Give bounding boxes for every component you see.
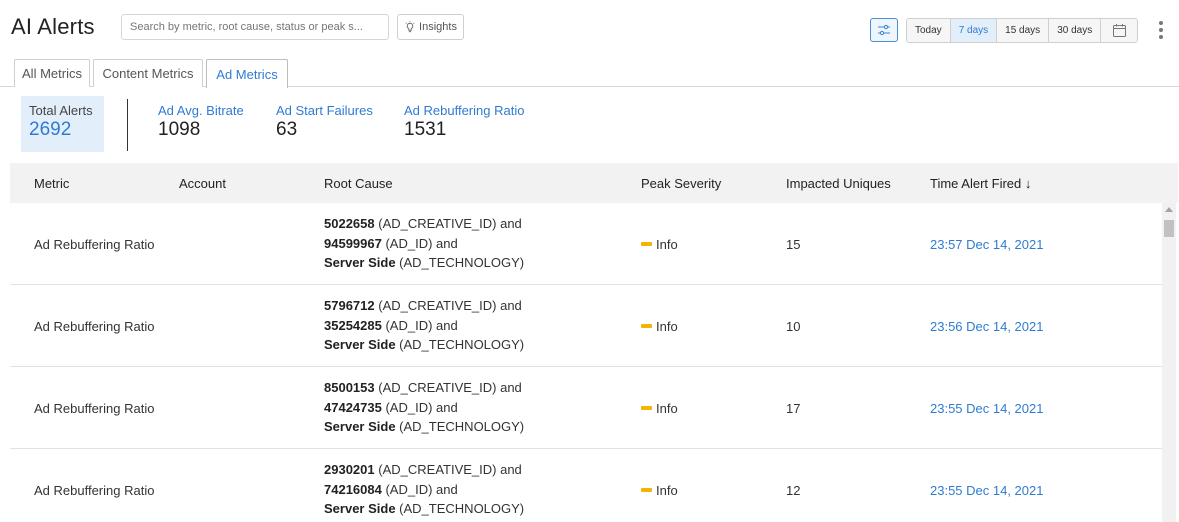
scroll-up-arrow-icon[interactable] — [1165, 207, 1173, 212]
ad-rebuffering-ratio-stat[interactable]: Ad Rebuffering Ratio 1531 — [404, 103, 524, 141]
page-title: AI Alerts — [11, 14, 95, 39]
calendar-icon — [1112, 24, 1126, 37]
table-header: Metric Account Root Cause Peak Severity … — [10, 163, 1178, 203]
lightbulb-icon — [405, 20, 415, 32]
metric-cell: Ad Rebuffering Ratio — [34, 236, 155, 252]
stat-label: Total Alerts — [29, 103, 93, 118]
range-15-days-button[interactable]: 15 days — [997, 19, 1050, 42]
time-alert-fired-link[interactable]: 23:55 Dec 14, 2021 — [930, 449, 1043, 522]
kebab-menu-icon[interactable] — [1153, 19, 1169, 41]
stat-value: 1531 — [404, 119, 447, 140]
table-row[interactable]: Ad Rebuffering Ratio 2930201 (AD_CREATIV… — [10, 449, 1162, 522]
ad-avg-bitrate-stat[interactable]: Ad Avg. Bitrate 1098 — [158, 103, 244, 141]
stat-label: Ad Rebuffering Ratio — [404, 103, 525, 118]
tab-content-metrics[interactable]: Content Metrics — [93, 59, 203, 87]
stat-value: 2692 — [29, 119, 72, 140]
alerts-table: Metric Account Root Cause Peak Severity … — [10, 163, 1178, 522]
time-alert-fired-link[interactable]: 23:55 Dec 14, 2021 — [930, 367, 1043, 449]
stat-label: Ad Avg. Bitrate — [158, 103, 244, 118]
stat-value: 63 — [276, 119, 298, 140]
severity-indicator-icon — [641, 406, 652, 410]
metric-cell: Ad Rebuffering Ratio — [34, 482, 155, 498]
uniques-cell: 15 — [786, 236, 801, 252]
stat-divider — [127, 99, 128, 151]
metric-cell: Ad Rebuffering Ratio — [34, 400, 155, 416]
time-alert-fired-link[interactable]: 23:57 Dec 14, 2021 — [930, 203, 1043, 285]
range-30-days-button[interactable]: 30 days — [1049, 19, 1102, 42]
insights-label: Insights — [419, 21, 457, 33]
stat-label: Ad Start Failures — [276, 103, 373, 118]
sliders-icon — [878, 24, 890, 36]
calendar-button[interactable] — [1101, 19, 1138, 42]
severity-indicator-icon — [641, 488, 652, 492]
time-alert-fired-link[interactable]: 23:56 Dec 14, 2021 — [930, 285, 1043, 367]
tab-all-metrics[interactable]: All Metrics — [14, 59, 90, 87]
uniques-cell: 17 — [786, 400, 801, 416]
metric-cell: Ad Rebuffering Ratio — [34, 318, 155, 334]
date-range-selector: Today 7 days 15 days 30 days — [906, 18, 1139, 43]
range-today-button[interactable]: Today — [907, 19, 951, 42]
ad-start-failures-stat[interactable]: Ad Start Failures 63 — [276, 103, 373, 141]
table-row[interactable]: Ad Rebuffering Ratio 8500153 (AD_CREATIV… — [10, 367, 1162, 449]
search-input[interactable] — [121, 14, 389, 40]
severity-indicator-icon — [641, 324, 652, 328]
root-cause-cell: 2930201 (AD_CREATIVE_ID) and 74216084 (A… — [324, 462, 525, 516]
root-cause-cell: 5022658 (AD_CREATIVE_ID) and 94599967 (A… — [324, 216, 525, 270]
table-scrollbar[interactable] — [1162, 203, 1176, 522]
total-alerts-stat[interactable]: Total Alerts 2692 — [21, 96, 104, 152]
column-header-metric[interactable]: Metric — [34, 163, 69, 203]
range-7-days-button[interactable]: 7 days — [950, 19, 998, 42]
column-header-root-cause[interactable]: Root Cause — [324, 163, 393, 203]
uniques-cell: 12 — [786, 482, 801, 498]
insights-button[interactable]: Insights — [397, 14, 464, 40]
table-row[interactable]: Ad Rebuffering Ratio 5796712 (AD_CREATIV… — [10, 285, 1162, 367]
root-cause-cell: 5796712 (AD_CREATIVE_ID) and 35254285 (A… — [324, 298, 525, 352]
severity-indicator-icon — [641, 242, 652, 246]
metric-tabs: All Metrics Content Metrics Ad Metrics — [0, 59, 1179, 88]
severity-cell: Info — [641, 367, 678, 449]
table-body: Ad Rebuffering Ratio 5022658 (AD_CREATIV… — [10, 203, 1162, 522]
uniques-cell: 10 — [786, 318, 801, 334]
filter-settings-button[interactable] — [870, 18, 898, 42]
scroll-thumb[interactable] — [1164, 220, 1174, 237]
table-row[interactable]: Ad Rebuffering Ratio 5022658 (AD_CREATIV… — [10, 203, 1162, 285]
stat-value: 1098 — [158, 119, 201, 140]
column-header-impacted-uniques[interactable]: Impacted Uniques — [786, 163, 891, 203]
column-header-time-alert-fired[interactable]: Time Alert Fired ↓ — [930, 163, 1031, 203]
column-header-account[interactable]: Account — [179, 163, 226, 203]
column-header-peak-severity[interactable]: Peak Severity — [641, 163, 721, 203]
page-header: AI Alerts Insights Today 7 days 15 days … — [0, 0, 1179, 58]
severity-cell: Info — [641, 449, 678, 522]
severity-cell: Info — [641, 285, 678, 367]
severity-cell: Info — [641, 203, 678, 285]
root-cause-cell: 8500153 (AD_CREATIVE_ID) and 47424735 (A… — [324, 380, 525, 434]
tab-ad-metrics[interactable]: Ad Metrics — [206, 59, 288, 88]
stats-summary: Total Alerts 2692 Ad Avg. Bitrate 1098 A… — [0, 96, 1179, 156]
